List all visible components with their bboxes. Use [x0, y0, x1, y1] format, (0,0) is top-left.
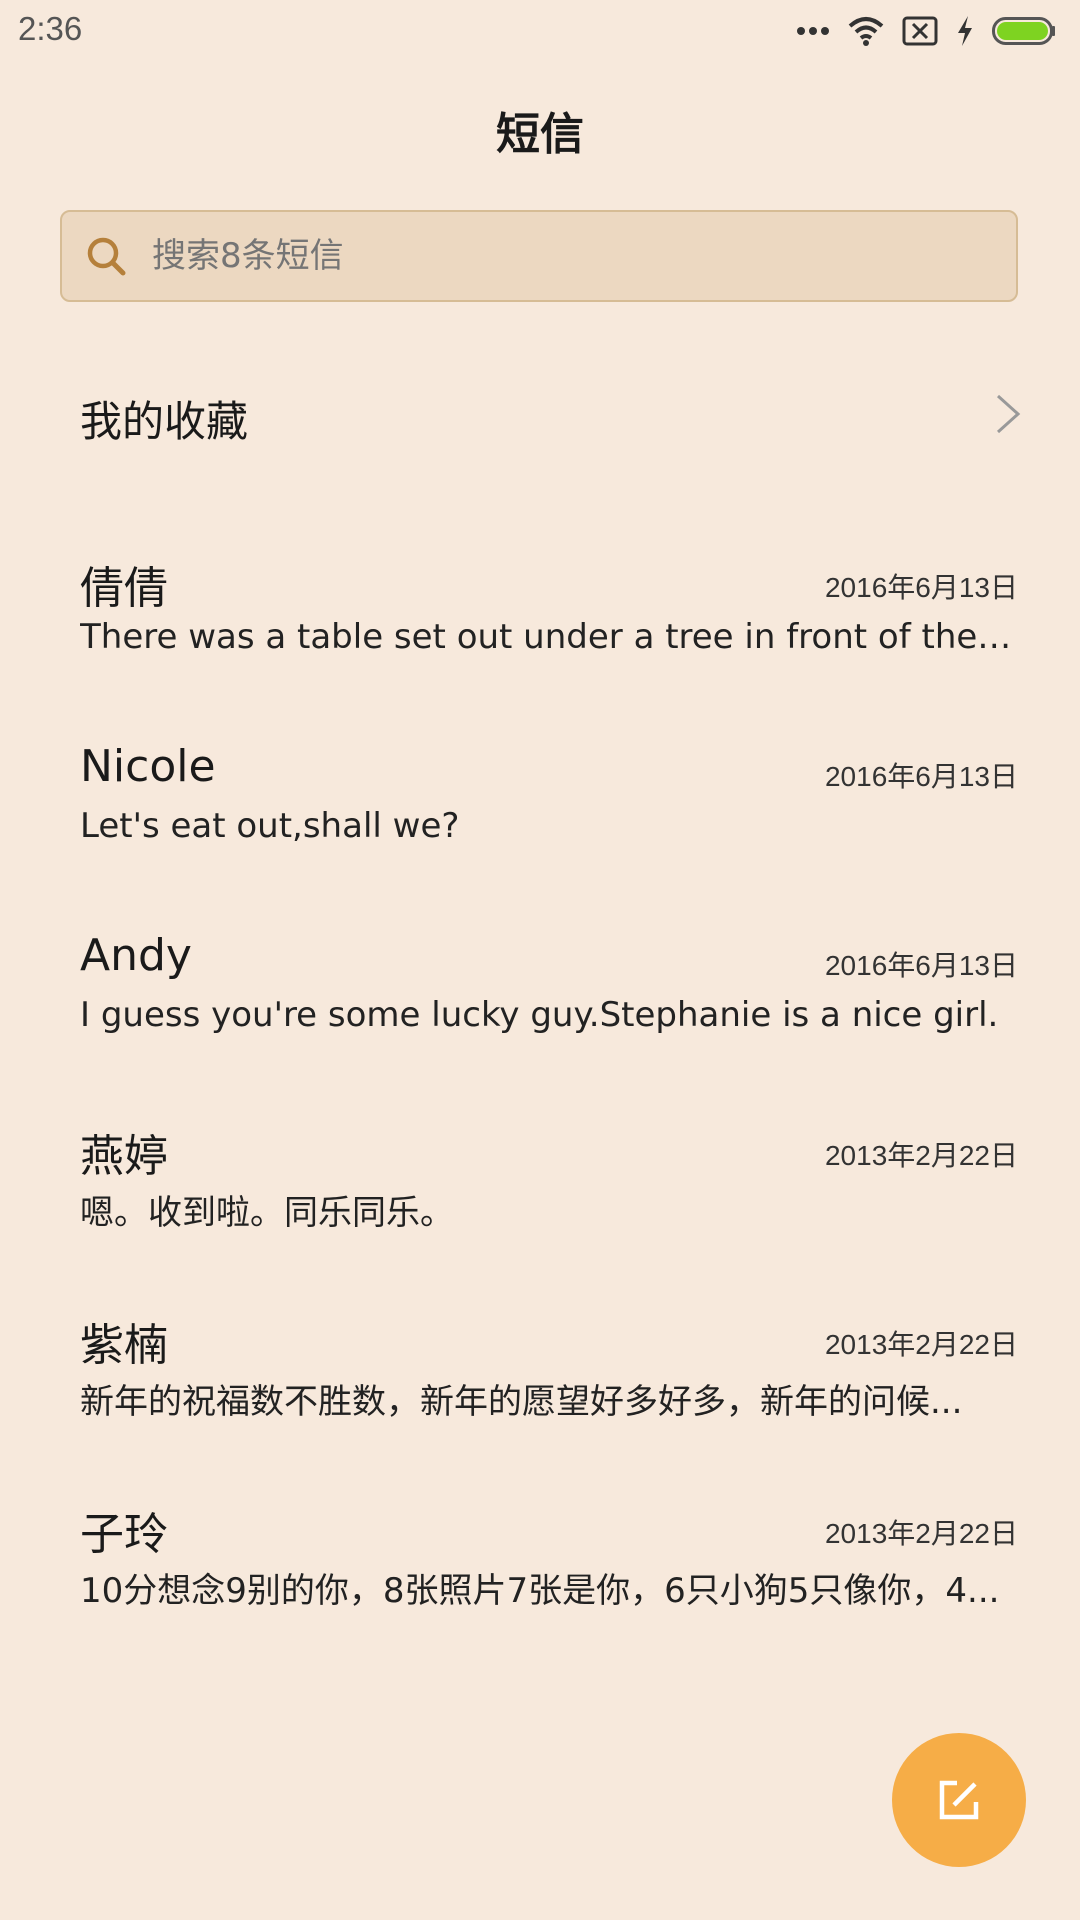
conversation-snippet: There was a table set out under a tree i… [80, 617, 1015, 657]
conversation-name: 燕婷 [80, 1131, 168, 1182]
conversation-date: 2016年6月13日 [824, 761, 1018, 792]
no-sim-icon [902, 16, 938, 46]
conversation-name: 倩倩 [80, 563, 168, 614]
conversation-snippet: 新年的祝福数不胜数，新年的愿望好多好多，新年的问候... [80, 1382, 963, 1422]
conversation-item[interactable]: 紫楠 2013年2月22日 新年的祝福数不胜数，新年的愿望好多好多，新年的问候.… [0, 1309, 1080, 1459]
status-icons [796, 14, 1056, 48]
chevron-right-icon [996, 394, 1021, 434]
search-box[interactable] [60, 210, 1018, 302]
conversation-item[interactable]: Andy 2016年6月13日 I guess you're some luck… [0, 930, 1080, 1080]
conversation-snippet: Let's eat out,shall we? [80, 806, 460, 846]
conversation-date: 2013年2月22日 [824, 1518, 1018, 1549]
conversation-item[interactable]: Nicole 2016年6月13日 Let's eat out,shall we… [0, 741, 1080, 891]
conversation-item[interactable]: 燕婷 2013年2月22日 嗯。收到啦。同乐同乐。 [0, 1120, 1080, 1270]
conversation-date: 2013年2月22日 [824, 1140, 1018, 1171]
favorites-label: 我的收藏 [80, 397, 249, 446]
page-title: 短信 [496, 109, 584, 160]
search-icon [87, 237, 126, 276]
conversation-item[interactable]: 子玲 2013年2月22日 10分想念9别的你，8张照片7张是你，6只小狗5只像… [0, 1498, 1080, 1648]
wifi-icon [848, 16, 884, 46]
battery-icon [992, 17, 1056, 45]
conversation-date: 2016年6月13日 [824, 950, 1018, 981]
more-dots-icon [796, 26, 830, 36]
compose-icon [939, 1780, 979, 1820]
compose-button[interactable] [892, 1733, 1026, 1867]
conversation-name: 紫楠 [80, 1320, 168, 1371]
conversation-name: 子玲 [80, 1509, 168, 1560]
conversation-date: 2016年6月13日 [824, 572, 1018, 603]
status-time: 2:36 [18, 10, 83, 47]
conversation-name: Andy [80, 930, 192, 981]
conversation-snippet: 10分想念9别的你，8张照片7张是你，6只小狗5只像你，4... [80, 1571, 1000, 1611]
conversation-item[interactable]: 倩倩 2016年6月13日 There was a table set out … [0, 552, 1080, 702]
conversation-date: 2013年2月22日 [824, 1329, 1018, 1360]
messages-screen: 2:36 短信 搜索8条短信 我的收藏 倩倩 2016年6月13日 There … [0, 0, 1080, 1920]
status-bar: 2:36 [0, 0, 1080, 60]
conversation-name: Nicole [80, 741, 216, 792]
charging-bolt-icon [956, 16, 974, 46]
search-input[interactable] [150, 235, 974, 277]
conversation-snippet: I guess you're some lucky guy.Stephanie … [80, 995, 999, 1035]
conversation-snippet: 嗯。收到啦。同乐同乐。 [80, 1193, 454, 1233]
favorites-row[interactable]: 我的收藏 [0, 370, 1080, 460]
